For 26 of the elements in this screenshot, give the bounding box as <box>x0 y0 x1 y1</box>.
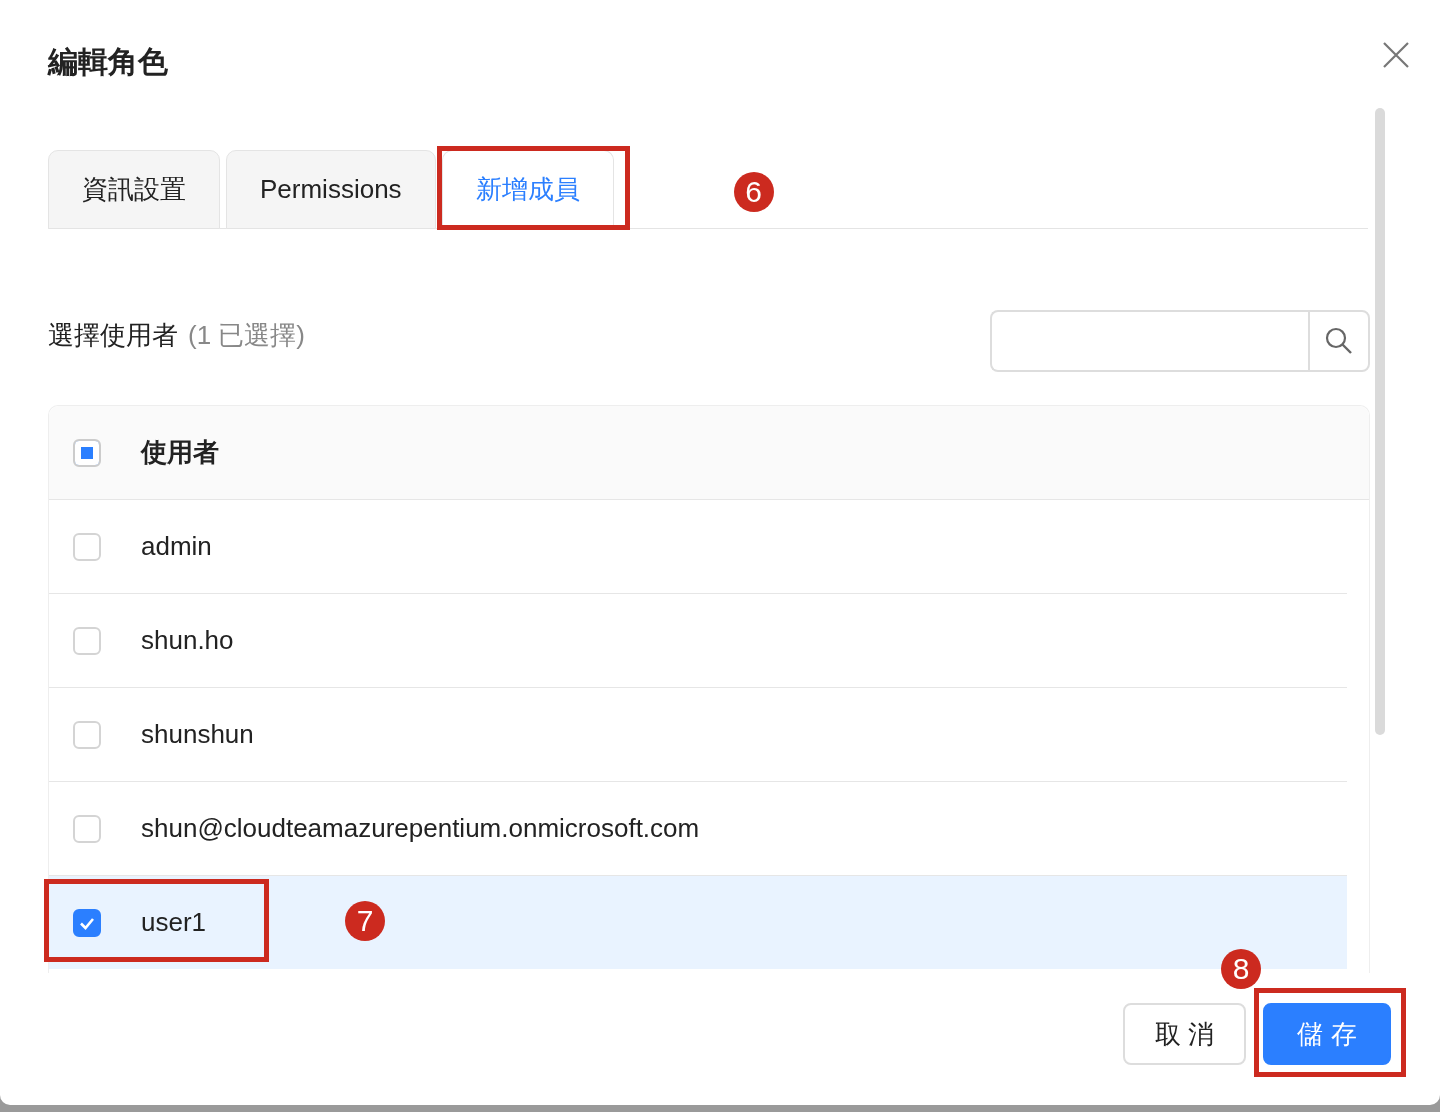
user-name: shun.ho <box>141 625 234 656</box>
table-row[interactable]: shunshun <box>49 688 1347 782</box>
column-header: 使用者 <box>141 436 219 469</box>
save-button[interactable]: 儲 存 <box>1263 1003 1391 1065</box>
user-name: shun@cloudteamazurepentium.onmicrosoft.com <box>141 813 700 844</box>
table-row[interactable]: admin <box>49 500 1347 594</box>
search-field[interactable] <box>990 310 1308 372</box>
selected-count: (1 已選擇) <box>188 318 305 352</box>
table-row[interactable]: shun.ho <box>49 594 1347 688</box>
step-badge: 8 <box>1221 949 1261 989</box>
tab[interactable]: Permissions <box>226 150 436 229</box>
search-icon[interactable] <box>1324 326 1354 356</box>
checkbox[interactable] <box>73 438 101 467</box>
cancel-button[interactable]: 取 消 <box>1122 1003 1246 1065</box>
step-badge: 6 <box>733 172 774 212</box>
step-badge: 7 <box>345 901 385 941</box>
user-name: admin <box>141 531 212 562</box>
close-icon[interactable] <box>1382 41 1410 69</box>
user-name: shunshun <box>141 719 254 750</box>
dialog-title: 編輯角色 <box>48 43 168 80</box>
user-name: user1 <box>141 907 207 938</box>
checkbox[interactable] <box>73 908 101 937</box>
picker-label: 選擇使用者 <box>48 318 178 352</box>
tab[interactable]: 資訊設置 <box>48 150 220 229</box>
scrollbar[interactable] <box>1375 108 1385 735</box>
search-button[interactable] <box>1308 310 1370 372</box>
